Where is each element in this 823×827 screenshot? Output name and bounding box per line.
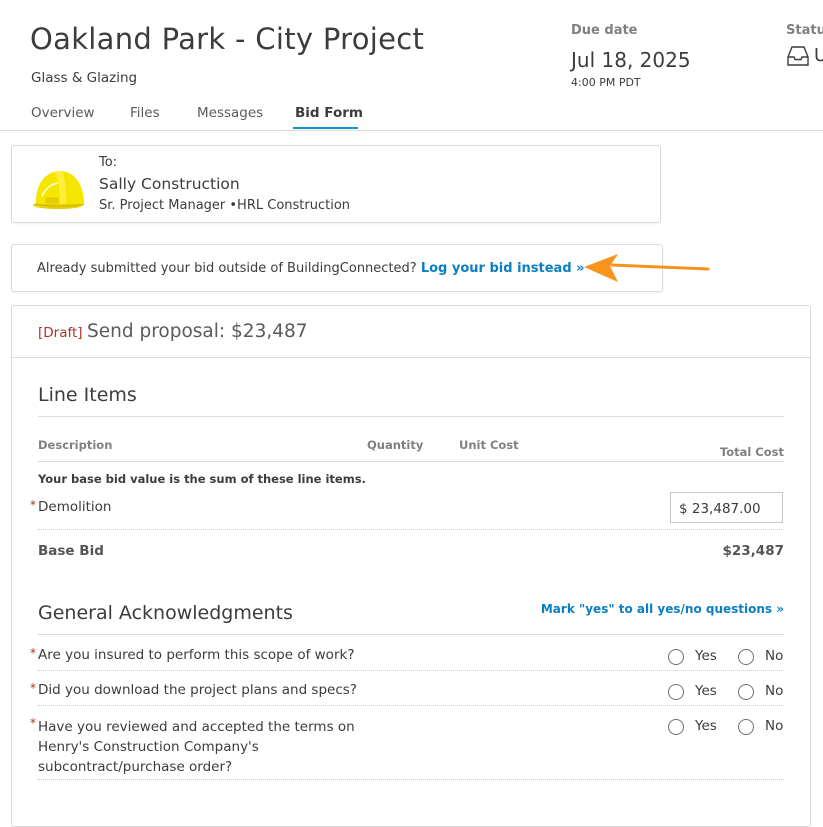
outside-bid-notice: Already submitted your bid outside of Bu… (11, 244, 663, 292)
due-date-label: Due date (571, 23, 638, 38)
recipient-role: Sr. Project Manager •HRL Construction (99, 198, 351, 213)
inbox-icon (787, 46, 809, 66)
q3-yes-label: Yes (695, 718, 717, 734)
base-bid-note: Your base bid value is the sum of these … (38, 472, 366, 486)
base-bid-label: Base Bid (38, 543, 104, 559)
trade-subtitle: Glass & Glazing (31, 70, 138, 86)
base-bid-value: $23,487 (722, 543, 785, 559)
divider (38, 529, 784, 530)
q2-yes-radio[interactable] (668, 684, 684, 700)
required-marker: * (30, 646, 36, 660)
to-label: To: (99, 155, 118, 170)
notice-text-wrap: Already submitted your bid outside of Bu… (37, 261, 585, 276)
page-title: Oakland Park - City Project (30, 22, 425, 56)
active-tab-indicator (293, 127, 358, 129)
q3-yes-radio[interactable] (668, 719, 684, 735)
col-unit-cost: Unit Cost (459, 438, 519, 452)
required-marker: * (30, 681, 36, 695)
line-item-demolition-label: Demolition (38, 499, 112, 515)
arrow-annotation-icon (584, 254, 710, 282)
tab-bar: Overview Files Messages Bid Form (0, 100, 823, 131)
line-items-title: Line Items (38, 384, 137, 406)
recipient-name: Sally Construction (99, 175, 240, 193)
q1-no-label: No (765, 648, 784, 664)
demolition-total-input[interactable]: $ 23,487.00 (670, 492, 783, 523)
log-bid-link[interactable]: Log your bid instead » (421, 261, 585, 276)
question-insured: Are you insured to perform this scope of… (38, 647, 355, 663)
q3-no-label: No (765, 718, 784, 734)
hard-hat-icon (33, 171, 85, 209)
draft-badge: [Draft] (38, 325, 83, 341)
proposal-title: Send proposal: $23,487 (87, 321, 308, 342)
divider (38, 670, 784, 671)
divider (38, 705, 784, 706)
tab-bid-form[interactable]: Bid Form (295, 105, 363, 121)
q1-yes-label: Yes (695, 648, 717, 664)
status-label: Status (786, 23, 823, 38)
q1-yes-radio[interactable] (668, 649, 684, 665)
divider (38, 461, 784, 462)
question-terms-accepted: Have you reviewed and accepted the terms… (38, 719, 355, 775)
q3-no-radio[interactable] (738, 719, 754, 735)
tab-files[interactable]: Files (130, 105, 160, 121)
q2-no-label: No (765, 683, 784, 699)
divider (38, 779, 784, 780)
acknowledgments-title: General Acknowledgments (38, 602, 293, 624)
q2-no-radio[interactable] (738, 684, 754, 700)
notice-text: Already submitted your bid outside of Bu… (37, 261, 421, 276)
tab-overview[interactable]: Overview (31, 105, 95, 121)
recipient-card: To: Sally Construction Sr. Project Manag… (11, 145, 661, 223)
status-value: U (814, 45, 823, 66)
divider (38, 634, 784, 635)
q2-yes-label: Yes (695, 683, 717, 699)
col-description: Description (38, 438, 113, 452)
divider (38, 416, 784, 417)
due-time-value: 4:00 PM PDT (571, 76, 641, 89)
col-total-cost: Total Cost (719, 445, 784, 459)
q1-no-radio[interactable] (738, 649, 754, 665)
proposal-header: [Draft] Send proposal: $23,487 (12, 306, 810, 358)
col-quantity: Quantity (367, 438, 424, 452)
required-marker: * (30, 716, 36, 730)
question-plans-specs: Did you download the project plans and s… (38, 682, 357, 698)
due-date-value: Jul 18, 2025 (571, 48, 691, 72)
tab-messages[interactable]: Messages (197, 105, 263, 121)
required-marker: * (30, 498, 36, 512)
proposal-card: [Draft] Send proposal: $23,487 Line Item… (11, 305, 811, 827)
mark-all-yes-link[interactable]: Mark "yes" to all yes/no questions » (541, 602, 784, 616)
